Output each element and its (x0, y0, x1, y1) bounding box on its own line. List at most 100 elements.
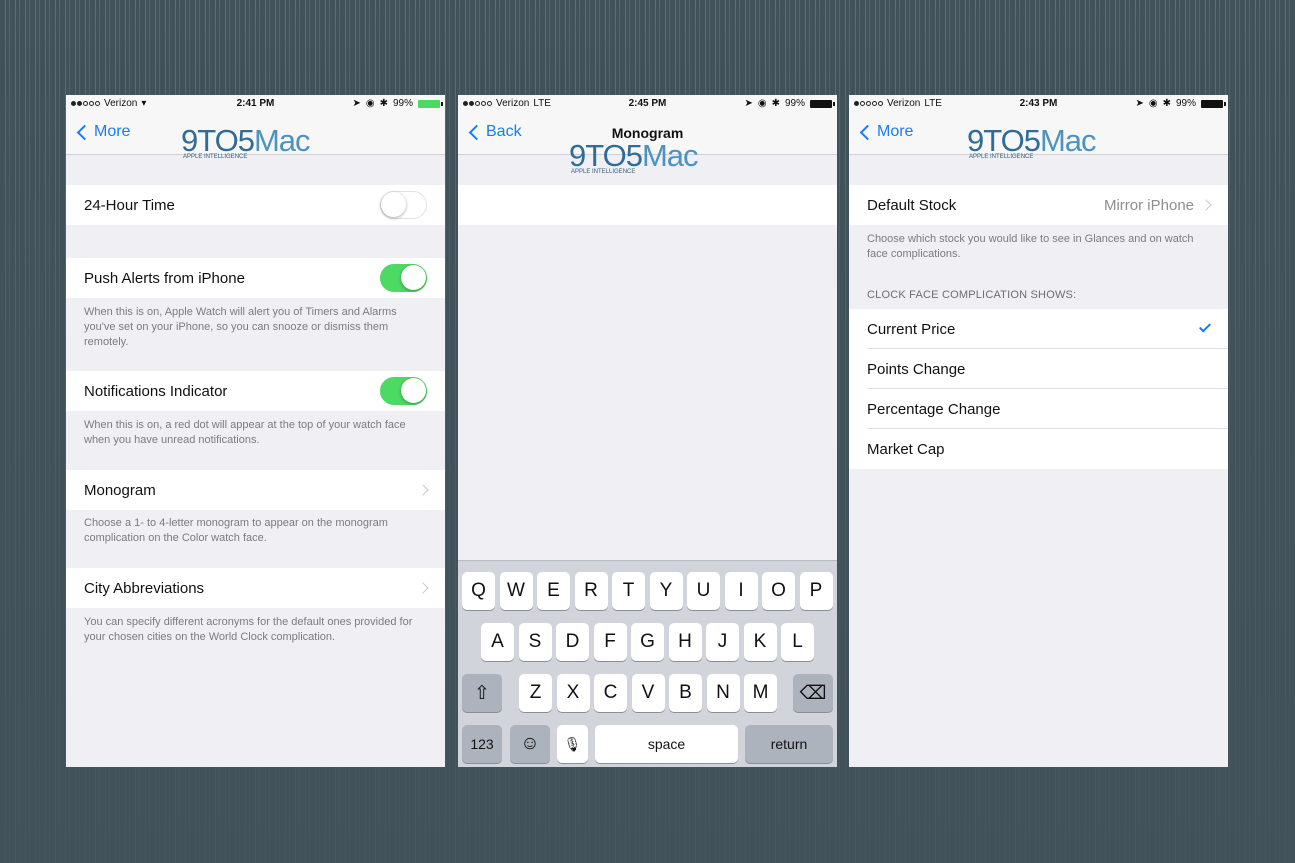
chevron-right-icon (1200, 199, 1212, 211)
setting-push-alerts[interactable]: Push Alerts from iPhone (66, 258, 445, 298)
chevron-right-icon (417, 484, 429, 496)
key-k[interactable]: K (743, 623, 777, 661)
key-p[interactable]: P (799, 572, 833, 610)
location-icon: ➤ (744, 98, 753, 109)
key-i[interactable]: I (724, 572, 758, 610)
stocks-settings-screen: Verizon LTE 2:43 PM ➤ ◉ ✱ 99% More 9TO5Mac AP… (849, 95, 1228, 767)
key-t[interactable]: T (612, 572, 645, 610)
row-label: Default Stock (867, 196, 957, 214)
notifications-indicator-footer: When this is on, a red dot will appear a… (84, 419, 406, 446)
row-label: Monogram (84, 481, 156, 499)
key-g[interactable]: G (631, 623, 664, 661)
location-icon: ➤ (1135, 98, 1144, 109)
key-b[interactable]: B (669, 674, 702, 712)
nav-bar: More 9TO5Mac APPLE INTELLIGENCE (849, 113, 1228, 160)
key-j[interactable]: J (706, 623, 739, 661)
emoji-key[interactable]: ☺ (510, 725, 550, 763)
battery-percent: 99% (392, 98, 413, 109)
status-bar: Verizon LTE 2:45 PM ➤ ◉ ✱ 99% (458, 95, 837, 113)
battery-icon (810, 99, 835, 108)
bluetooth-icon: ✱ (771, 98, 780, 109)
battery-percent: 99% (1175, 98, 1196, 109)
battery-percent: 99% (784, 98, 805, 109)
watermark-logo: 9TO5Mac APPLE INTELLIGENCE (569, 138, 699, 175)
delete-key[interactable]: ⌫ (793, 674, 833, 712)
status-bar: Verizon ▾ 2:41 PM ➤ ◉ ✱ 99% (66, 95, 445, 113)
key-n[interactable]: N (706, 674, 740, 712)
checkmark-icon (1198, 320, 1212, 333)
toggle-push-alerts[interactable] (380, 264, 427, 292)
key-d[interactable]: D (556, 623, 589, 661)
row-label: City Abbreviations (84, 579, 205, 597)
default-stock-value: Mirror iPhone (1103, 196, 1194, 214)
row-label: Percentage Change (867, 400, 1001, 418)
bluetooth-icon: ✱ (1162, 98, 1171, 109)
alarm-icon: ◉ (365, 98, 375, 109)
section-header: CLOCK FACE COMPLICATION SHOWS: (867, 289, 1077, 301)
option-current-price[interactable]: Current Price (849, 309, 1228, 349)
chevron-right-icon (417, 582, 429, 594)
key-l[interactable]: L (781, 623, 814, 661)
row-label: Current Price (867, 320, 956, 338)
row-label: 24-Hour Time (84, 196, 175, 214)
monogram-footer: Choose a 1- to 4-letter monogram to appe… (84, 517, 388, 544)
key-m[interactable]: M (744, 674, 777, 712)
default-stock-footer: Choose which stock you would like to see… (867, 233, 1194, 260)
key-z[interactable]: Z (519, 674, 552, 712)
option-percentage-change[interactable]: Percentage Change (849, 389, 1228, 429)
key-f[interactable]: F (593, 623, 627, 661)
setting-24-hour-time[interactable]: 24-Hour Time (66, 185, 445, 225)
back-button[interactable]: More (76, 123, 130, 141)
return-key[interactable]: return (745, 725, 833, 763)
default-stock-row[interactable]: Default Stock Mirror iPhone (849, 185, 1228, 225)
bluetooth-icon: ✱ (379, 98, 388, 109)
key-e[interactable]: E (537, 572, 570, 610)
keyboard: Q W E R T Y U I O P A S D F G H J K L ⇧ Z X C V B N M ⌫ 123 ☺ 🎙 space re… (458, 560, 837, 767)
chevron-left-icon (76, 124, 93, 140)
key-w[interactable]: W (499, 572, 533, 610)
nav-bar: Back Monogram 9TO5Mac APPLE INTELLIGENCE (458, 113, 837, 175)
watermark-logo: 9TO5Mac APPLE INTELLIGENCE (967, 123, 1097, 160)
watch-settings-screen: Verizon ▾ 2:41 PM ➤ ◉ ✱ 99% More 9TO5Mac APPL… (66, 95, 445, 767)
alarm-icon: ◉ (1148, 98, 1158, 109)
setting-notifications-indicator[interactable]: Notifications Indicator (66, 371, 445, 411)
key-h[interactable]: H (668, 623, 702, 661)
nav-bar: More 9TO5Mac APPLE INTELLIGENCE (66, 113, 445, 160)
key-y[interactable]: Y (649, 572, 683, 610)
toggle-24-hour-time[interactable] (380, 191, 427, 219)
location-icon: ➤ (352, 98, 361, 109)
key-r[interactable]: R (574, 572, 608, 610)
watermark-logo: 9TO5Mac APPLE INTELLIGENCE (181, 123, 311, 160)
key-x[interactable]: X (556, 674, 590, 712)
key-u[interactable]: U (687, 572, 720, 610)
space-key[interactable]: space (595, 725, 738, 763)
option-market-cap[interactable]: Market Cap (849, 429, 1228, 469)
monogram-input[interactable] (458, 185, 837, 225)
chevron-left-icon (859, 124, 876, 140)
row-label: Push Alerts from iPhone (84, 269, 245, 287)
key-v[interactable]: V (631, 674, 665, 712)
shift-icon: ⇧ (474, 682, 490, 704)
back-label: More (94, 123, 131, 140)
key-a[interactable]: A (481, 623, 514, 661)
key-q[interactable]: Q (462, 572, 495, 610)
key-s[interactable]: S (518, 623, 552, 661)
key-o[interactable]: O (762, 572, 795, 610)
push-alerts-footer: When this is on, Apple Watch will alert … (84, 306, 397, 348)
option-points-change[interactable]: Points Change (849, 349, 1228, 389)
toggle-notifications-indicator[interactable] (380, 377, 427, 405)
key-c[interactable]: C (594, 674, 627, 712)
setting-monogram[interactable]: Monogram (66, 470, 445, 510)
microphone-icon: 🎙 (563, 735, 582, 752)
dictation-key[interactable]: 🎙 (557, 725, 588, 763)
status-bar: Verizon LTE 2:43 PM ➤ ◉ ✱ 99% (849, 95, 1228, 113)
row-label: Points Change (867, 360, 966, 378)
back-button[interactable]: More (859, 123, 913, 141)
battery-icon (1201, 99, 1226, 108)
row-label: Market Cap (867, 440, 945, 458)
monogram-screen: Verizon LTE 2:45 PM ➤ ◉ ✱ 99% Back Monogram … (458, 95, 837, 767)
setting-city-abbreviations[interactable]: City Abbreviations (66, 568, 445, 608)
shift-key[interactable]: ⇧ (462, 674, 502, 712)
numbers-key[interactable]: 123 (462, 725, 502, 763)
emoji-icon: ☺ (520, 733, 540, 754)
